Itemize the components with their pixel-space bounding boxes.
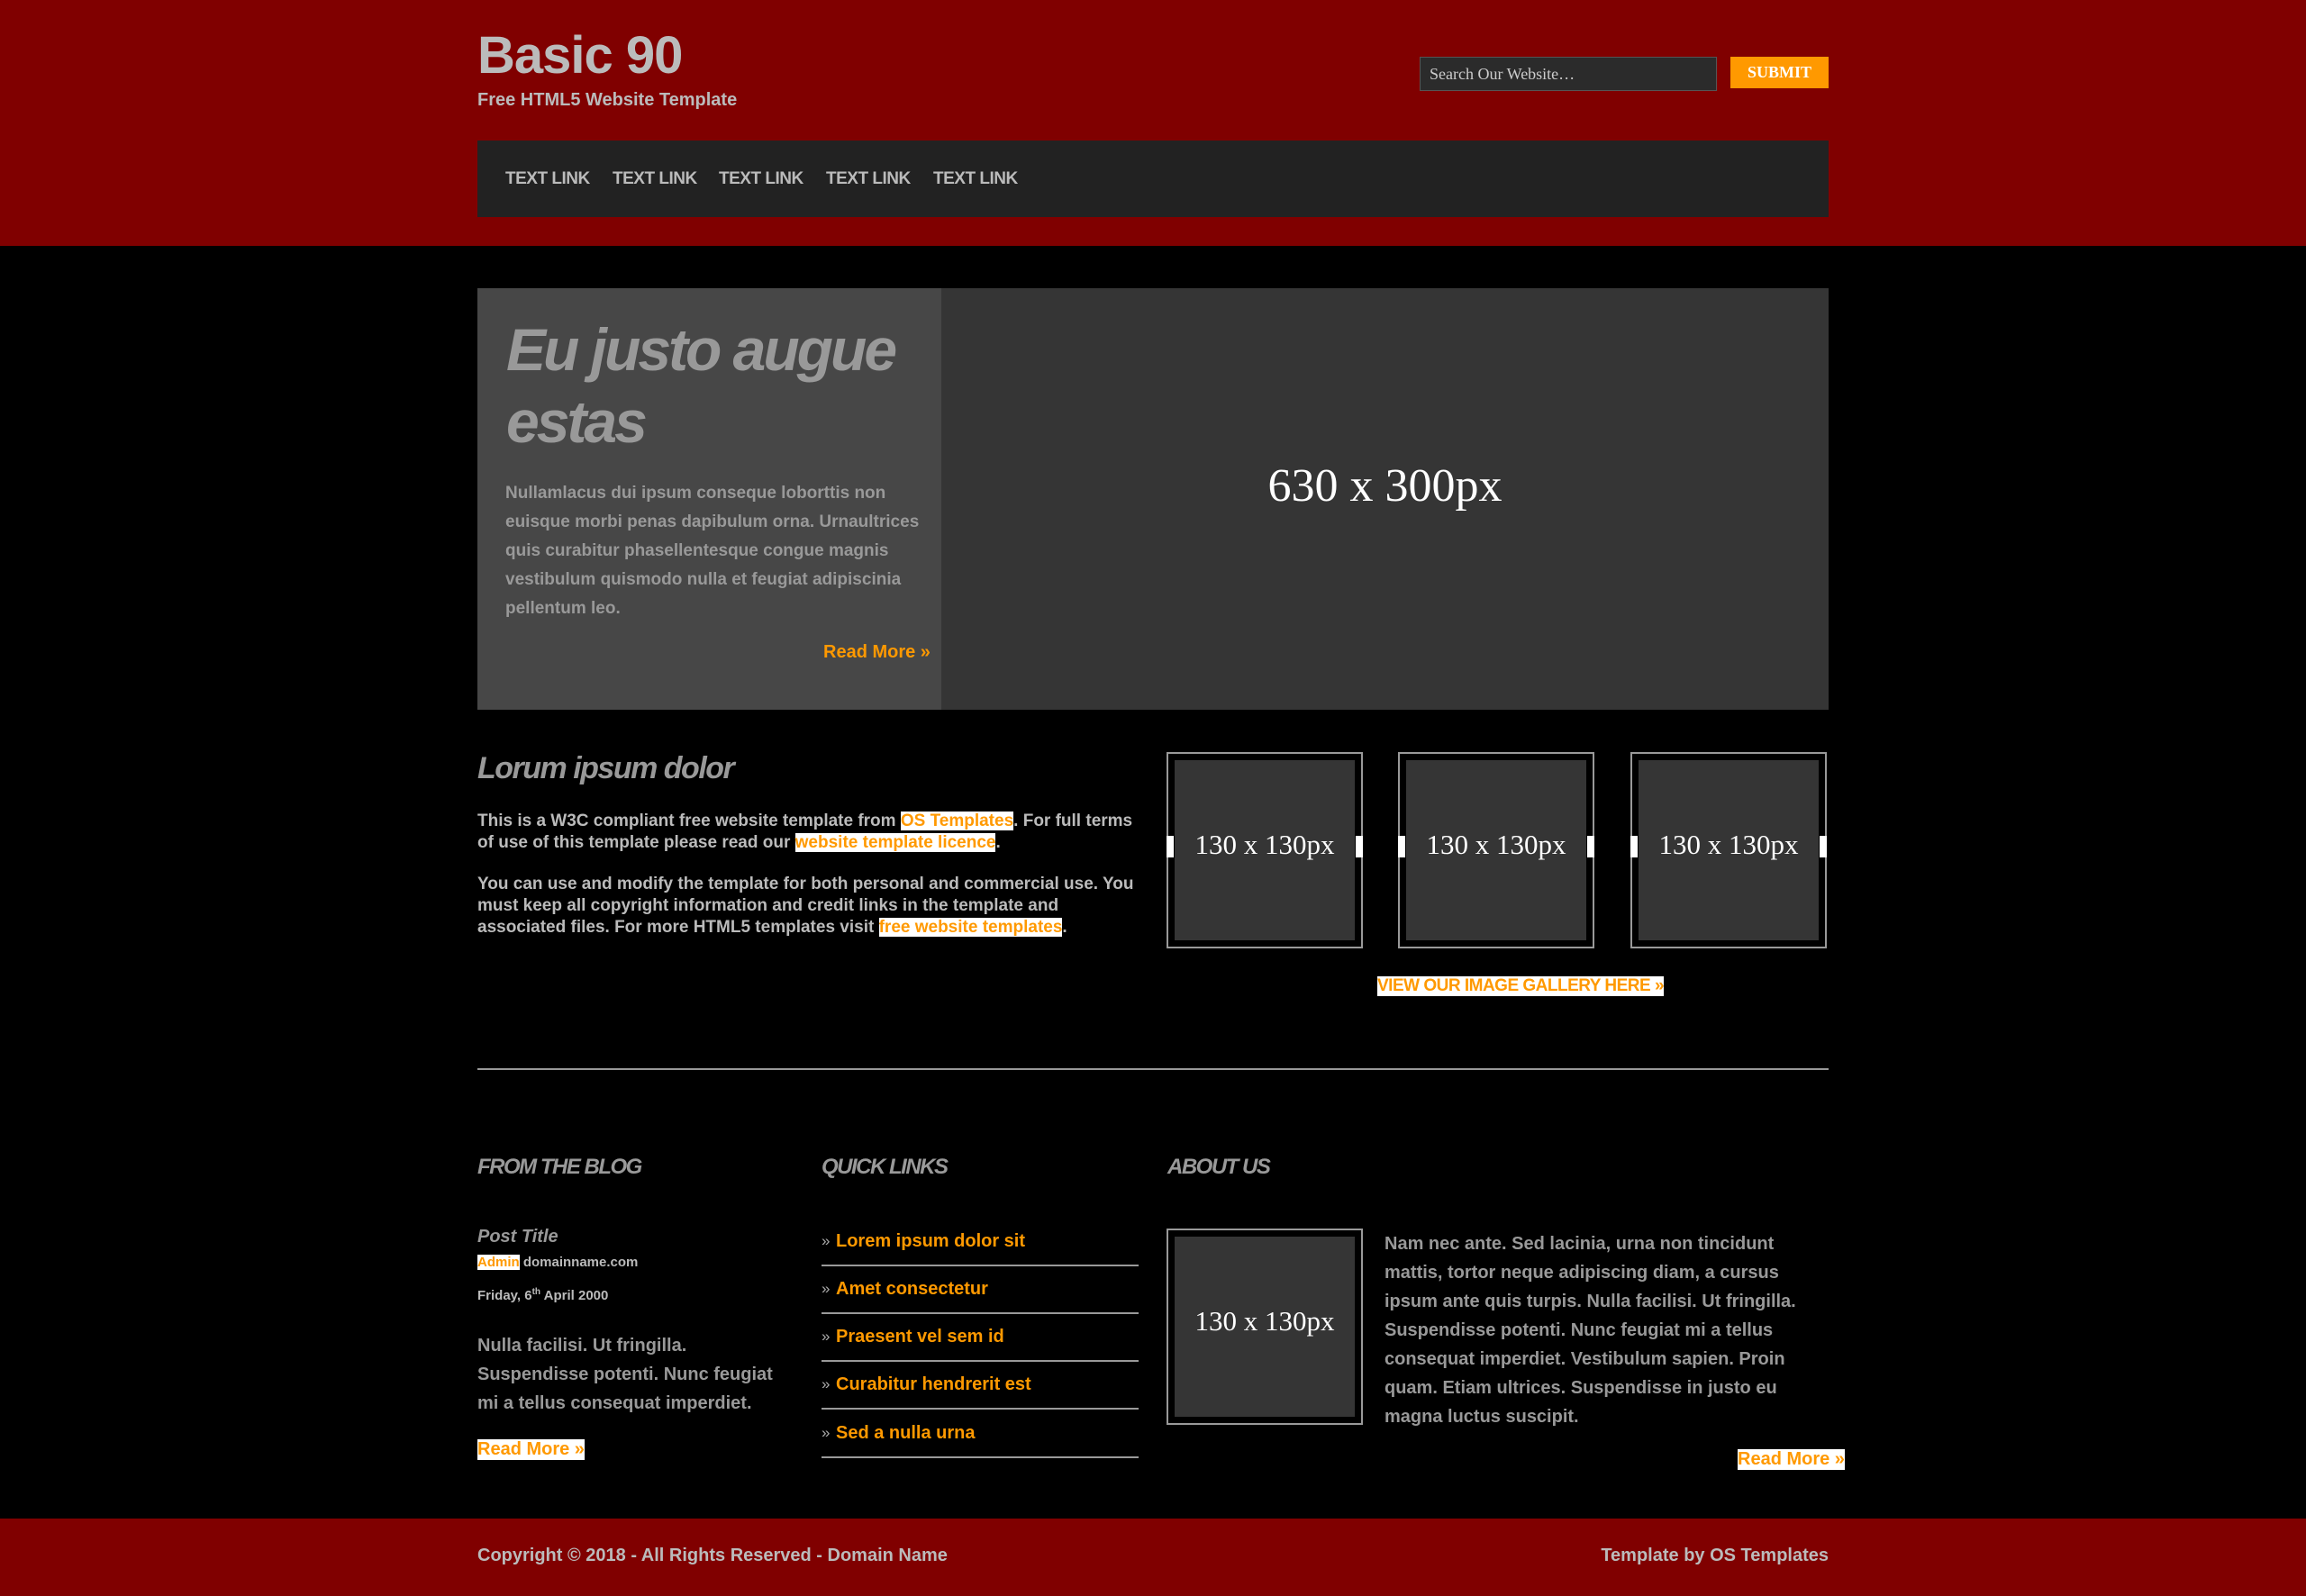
post-meta: Admin domainname.com	[477, 1255, 638, 1270]
quick-link-item[interactable]: » Curabitur hendrerit est	[822, 1362, 1139, 1410]
featured-image-label: 630 x 300px	[1267, 460, 1503, 512]
gallery-thumb-2[interactable]: 130 x 130px	[1398, 752, 1594, 948]
gallery-thumb-3[interactable]: 130 x 130px	[1630, 752, 1827, 948]
post-read-more-link[interactable]: Read More »	[477, 1439, 585, 1460]
os-templates-link[interactable]: OS Templates	[900, 812, 1014, 830]
about-image: 130 x 130px	[1167, 1229, 1363, 1425]
site-title[interactable]: Basic 90	[477, 25, 683, 86]
nav-link-2[interactable]: TEXT LINK	[613, 141, 697, 217]
footer-band	[0, 1519, 2306, 1596]
nav-link-3[interactable]: TEXT LINK	[719, 141, 803, 217]
chevron-right-icon: »	[822, 1424, 831, 1441]
quick-links-heading: QUICK LINKS	[822, 1155, 949, 1179]
post-date-sup: th	[531, 1287, 541, 1297]
about-read-more-link[interactable]: Read More »	[1738, 1449, 1845, 1470]
intro-text: .	[1062, 918, 1067, 937]
quick-link-label[interactable]: Praesent vel sem id	[836, 1327, 1004, 1347]
thumb-label: 130 x 130px	[1658, 829, 1799, 860]
post-title[interactable]: Post Title	[477, 1227, 558, 1247]
quick-link-label[interactable]: Amet consectetur	[836, 1279, 988, 1300]
thumb-label: 130 x 130px	[1194, 829, 1335, 860]
thumb-label: 130 x 130px	[1426, 829, 1566, 860]
gallery-thumb-1[interactable]: 130 x 130px	[1167, 752, 1363, 948]
view-gallery-link[interactable]: VIEW OUR IMAGE GALLERY HERE »	[1377, 976, 1665, 996]
chevron-right-icon: »	[822, 1375, 831, 1392]
featured-body: Nullamlacus dui ipsum conseque loborttis…	[505, 484, 920, 618]
quick-link-label[interactable]: Sed a nulla urna	[836, 1423, 975, 1444]
about-heading: ABOUT US	[1167, 1155, 1271, 1179]
free-templates-link[interactable]: free website templates	[878, 918, 1063, 937]
nav-link-5[interactable]: TEXT LINK	[933, 141, 1018, 217]
quick-link-item[interactable]: » Amet consectetur	[822, 1266, 1139, 1314]
post-author-link[interactable]: Admin	[477, 1255, 520, 1270]
chevron-right-icon: »	[822, 1328, 831, 1345]
licence-link[interactable]: website template licence	[794, 833, 996, 852]
post-domain: domainname.com	[522, 1255, 639, 1270]
intro-text: .	[995, 833, 1001, 852]
blog-heading: FROM THE BLOG	[477, 1155, 642, 1179]
post-date-suffix: April 2000	[540, 1288, 609, 1303]
quick-link-item[interactable]: » Lorem ipsum dolor sit	[822, 1219, 1139, 1266]
intro-paragraph-2: You can use and modify the template for …	[477, 874, 1144, 939]
section-divider	[477, 1068, 1829, 1070]
quick-link-item[interactable]: » Praesent vel sem id	[822, 1314, 1139, 1362]
nav-link-4[interactable]: TEXT LINK	[826, 141, 911, 217]
search-input[interactable]: Search Our Website…	[1420, 57, 1717, 91]
site-subtitle: Free HTML5 Website Template	[477, 90, 738, 110]
intro-paragraph-1: This is a W3C compliant free website tem…	[477, 811, 1144, 854]
intro-title: Lorum ipsum dolor	[477, 751, 735, 785]
quick-link-item[interactable]: » Sed a nulla urna	[822, 1410, 1139, 1458]
copyright-text: Copyright © 2018 - All Rights Reserved -…	[477, 1546, 948, 1565]
about-image-label: 130 x 130px	[1194, 1305, 1335, 1337]
chevron-right-icon: »	[822, 1280, 831, 1297]
post-body: Nulla facilisi. Ut fringilla. Suspendiss…	[477, 1336, 773, 1413]
nav-bar: TEXT LINK TEXT LINK TEXT LINK TEXT LINK …	[477, 141, 1829, 217]
nav-link-1[interactable]: TEXT LINK	[505, 141, 590, 217]
about-body: Nam nec ante. Sed lacinia, urna non tinc…	[1385, 1234, 1796, 1427]
featured-read-more-link[interactable]: Read More »	[823, 642, 931, 663]
featured-title: Eu justo augue estas	[506, 316, 897, 455]
post-date: Friday, 6th April 2000	[477, 1287, 608, 1303]
quick-link-label[interactable]: Curabitur hendrerit est	[836, 1374, 1031, 1395]
chevron-right-icon: »	[822, 1232, 831, 1249]
template-credit-link[interactable]: Template by OS Templates	[1601, 1546, 1829, 1566]
search-submit-button[interactable]: SUBMIT	[1730, 57, 1829, 88]
post-date-prefix: Friday, 6	[477, 1288, 532, 1303]
quick-link-label[interactable]: Lorem ipsum dolor sit	[836, 1231, 1025, 1252]
intro-text: This is a W3C compliant free website tem…	[477, 812, 901, 830]
